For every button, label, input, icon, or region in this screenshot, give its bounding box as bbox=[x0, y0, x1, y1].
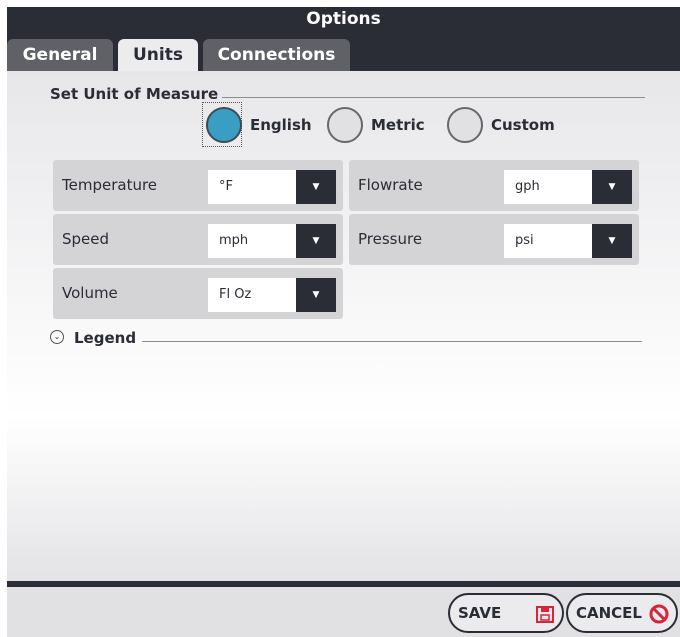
options-window: Options General Units Connections Set Un… bbox=[7, 7, 680, 637]
legend-divider bbox=[142, 341, 642, 342]
radio-custom-indicator bbox=[447, 107, 483, 143]
speed-row: Speed mph ▼ bbox=[53, 214, 343, 265]
save-button-label: SAVE bbox=[458, 604, 502, 622]
flowrate-label: Flowrate bbox=[358, 176, 423, 194]
radio-metric[interactable]: Metric bbox=[327, 107, 425, 143]
tab-general[interactable]: General bbox=[7, 39, 113, 71]
chevron-down-icon[interactable]: ▼ bbox=[592, 170, 632, 204]
window-title: Options bbox=[7, 7, 680, 31]
flowrate-value: gph bbox=[515, 179, 540, 194]
section-divider bbox=[222, 97, 645, 98]
radio-custom-label: Custom bbox=[491, 116, 555, 134]
radio-custom[interactable]: Custom bbox=[447, 107, 555, 143]
radio-metric-indicator bbox=[327, 107, 363, 143]
chevron-down-icon[interactable]: ▼ bbox=[296, 224, 336, 258]
radio-english-label: English bbox=[250, 116, 312, 134]
action-bar: SAVE CANCEL bbox=[7, 581, 680, 637]
temperature-label: Temperature bbox=[62, 176, 158, 194]
legend-title: Legend bbox=[74, 329, 137, 347]
chevron-down-icon[interactable]: ▼ bbox=[296, 170, 336, 204]
temperature-select[interactable]: °F ▼ bbox=[208, 170, 336, 204]
units-panel: Set Unit of Measure English Metric Custo… bbox=[7, 71, 680, 581]
cancel-button-label: CANCEL bbox=[576, 604, 642, 622]
volume-select[interactable]: Fl Oz ▼ bbox=[208, 278, 336, 312]
radio-english[interactable]: English bbox=[202, 102, 312, 147]
speed-select[interactable]: mph ▼ bbox=[208, 224, 336, 258]
temperature-row: Temperature °F ▼ bbox=[53, 160, 343, 211]
cancel-button[interactable]: CANCEL bbox=[566, 593, 678, 633]
tab-connections[interactable]: Connections bbox=[203, 39, 350, 71]
cancel-icon bbox=[649, 604, 669, 624]
tab-units[interactable]: Units bbox=[118, 39, 198, 71]
volume-row: Volume Fl Oz ▼ bbox=[53, 268, 343, 319]
pressure-row: Pressure psi ▼ bbox=[349, 214, 639, 265]
volume-label: Volume bbox=[62, 284, 118, 302]
save-icon bbox=[536, 606, 554, 623]
temperature-value: °F bbox=[219, 179, 233, 194]
speed-value: mph bbox=[219, 233, 249, 248]
speed-label: Speed bbox=[62, 230, 110, 248]
radio-metric-label: Metric bbox=[371, 116, 425, 134]
pressure-value: psi bbox=[515, 233, 534, 248]
pressure-select[interactable]: psi ▼ bbox=[504, 224, 632, 258]
radio-english-indicator bbox=[206, 107, 242, 143]
flowrate-row: Flowrate gph ▼ bbox=[349, 160, 639, 211]
save-button[interactable]: SAVE bbox=[448, 593, 564, 633]
chevron-down-icon[interactable]: ▼ bbox=[592, 224, 632, 258]
tab-bar: General Units Connections bbox=[7, 31, 680, 71]
chevron-down-icon[interactable]: ▼ bbox=[296, 278, 336, 312]
volume-value: Fl Oz bbox=[219, 287, 252, 302]
unit-of-measure-title: Set Unit of Measure bbox=[50, 85, 219, 103]
flowrate-select[interactable]: gph ▼ bbox=[504, 170, 632, 204]
expand-icon[interactable]: ⌄ bbox=[50, 330, 64, 344]
pressure-label: Pressure bbox=[358, 230, 423, 248]
